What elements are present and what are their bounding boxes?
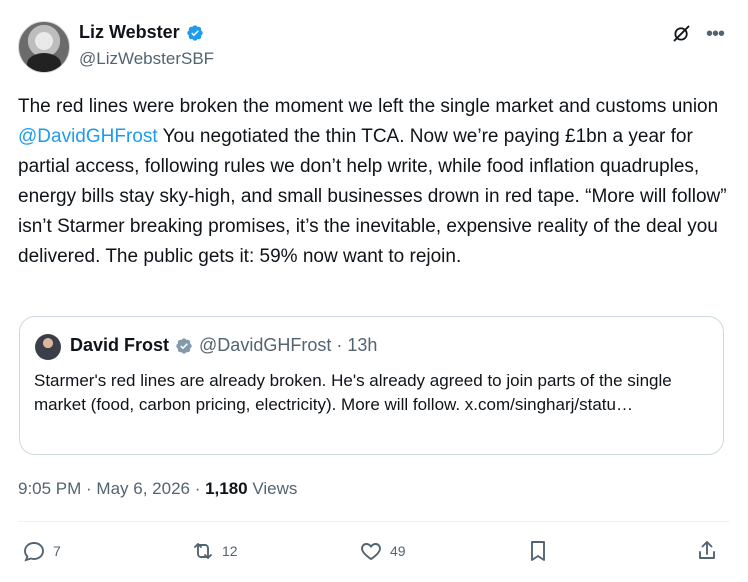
quoted-author-name[interactable]: David Frost (70, 335, 169, 356)
author-name-text[interactable]: Liz Webster (79, 22, 180, 43)
repost-button[interactable]: 12 (191, 539, 238, 563)
quoted-tweet-card[interactable]: David Frost @DavidGHFrost · 13h Starmer'… (19, 316, 724, 455)
more-options-icon[interactable]: ••• (706, 24, 725, 44)
author-avatar[interactable] (18, 21, 70, 73)
share-icon (699, 541, 715, 559)
share-button[interactable] (695, 539, 719, 563)
tweet-text: The red lines were broken the moment we … (18, 92, 728, 272)
verified-badge-icon (187, 24, 203, 41)
like-count: 49 (390, 543, 406, 559)
reply-button[interactable]: 7 (22, 539, 61, 563)
tweet-text-part2: You negotiated the thin TCA. Now we’re p… (18, 126, 727, 267)
action-divider (18, 521, 730, 522)
tweet-text-part1: The red lines were broken the moment we … (18, 96, 719, 117)
author-name[interactable]: Liz Webster (79, 22, 204, 43)
tweet-mention-link[interactable]: @DavidGHFrost (18, 126, 158, 147)
grok-icon[interactable] (671, 23, 692, 44)
quoted-tweet-header: David Frost @DavidGHFrost · 13h (70, 335, 377, 356)
repost-count: 12 (222, 543, 238, 559)
quoted-tweet-text: Starmer's red lines are already broken. … (34, 371, 672, 414)
heart-icon (361, 543, 381, 561)
bookmark-icon (531, 541, 545, 561)
reply-icon (24, 542, 44, 562)
quoted-author-avatar[interactable] (35, 334, 61, 360)
repost-icon (194, 543, 212, 559)
quoted-author-meta[interactable]: @DavidGHFrost · 13h (199, 335, 377, 356)
timestamp-text[interactable]: 9:05 PM · May 6, 2026 · (18, 479, 205, 498)
author-handle[interactable]: @LizWebsterSBF (79, 49, 214, 69)
views-count: 1,180 (205, 479, 248, 498)
quoted-verified-badge-icon (176, 337, 192, 354)
tweet-timestamp[interactable]: 9:05 PM · May 6, 2026 · 1,180 Views (18, 479, 297, 499)
reply-count: 7 (53, 543, 61, 559)
views-label: Views (247, 479, 298, 498)
like-button[interactable]: 49 (359, 539, 406, 563)
bookmark-button[interactable] (526, 539, 550, 563)
